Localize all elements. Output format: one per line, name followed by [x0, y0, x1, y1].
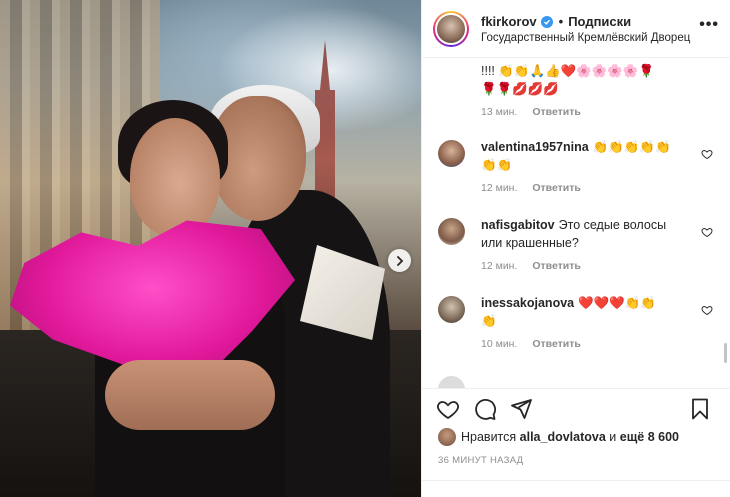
woman-face — [130, 118, 220, 236]
likes-conjunction: и — [609, 430, 617, 444]
author-avatar-image — [435, 13, 467, 45]
post-header: fkirkorov • Подписки Государственный Кре… — [422, 0, 730, 58]
reply-button[interactable]: Ответить — [532, 260, 581, 272]
likes-prefix: Нравится — [461, 430, 517, 444]
comment-time[interactable]: 13 мин. — [481, 106, 517, 118]
comment-text: !!!! 👏👏🙏👍❤️🌸🌸🌸🌸🌹 🌹🌹💋💋💋 — [481, 64, 655, 96]
comment-time[interactable]: 12 мин. — [481, 182, 517, 194]
comment-time[interactable]: 10 мин. — [481, 338, 517, 350]
commenter-username[interactable]: valentina1957nina — [481, 140, 589, 154]
commenter-avatar[interactable] — [438, 376, 465, 388]
author-avatar[interactable] — [433, 11, 469, 47]
comment-meta: 10 мин. Ответить — [481, 338, 681, 350]
comment-meta: 12 мин. Ответить — [481, 260, 681, 272]
bookmark-icon[interactable] — [688, 397, 712, 421]
comment-body: nafisgabitov Это седые волосы или крашенн… — [481, 216, 681, 272]
post-location[interactable]: Государственный Кремлёвский Дворец — [481, 32, 690, 44]
liker-avatar[interactable] — [438, 428, 456, 446]
comment-like-icon[interactable] — [701, 226, 713, 238]
reply-button[interactable]: Ответить — [532, 338, 581, 350]
verified-badge-icon — [540, 15, 553, 28]
scrollbar-thumb[interactable] — [724, 343, 727, 363]
post-actions-bar — [422, 388, 730, 428]
reply-button[interactable]: Ответить — [532, 182, 581, 194]
commenter-username[interactable]: inessakojanova — [481, 296, 574, 310]
comment-text: valentina1957nina 👏👏👏👏👏 👏👏 — [481, 138, 681, 174]
post-timestamp[interactable]: 36 МИНУТ НАЗАД — [438, 455, 523, 466]
chevron-right-icon — [396, 255, 403, 266]
following-button[interactable]: Подписки — [568, 14, 631, 29]
comment-text: inessakojanova ❤️❤️❤️👏👏 👏 — [481, 294, 681, 330]
reply-button[interactable]: Ответить — [532, 106, 581, 118]
commenter-username[interactable]: nafisgabitov — [481, 218, 555, 232]
comments-list: !!!! 👏👏🙏👍❤️🌸🌸🌸🌸🌹 🌹🌹💋💋💋 13 мин. Ответить … — [422, 58, 722, 388]
heart-icon[interactable] — [436, 397, 460, 421]
add-comment-area[interactable] — [422, 480, 730, 497]
comment-icon[interactable] — [473, 397, 497, 421]
author-line: fkirkorov • Подписки — [481, 14, 631, 29]
comment-time[interactable]: 12 мин. — [481, 260, 517, 272]
likes-summary: Нравится alla_dovlatova и ещё 8 600 — [438, 428, 679, 446]
post-side-panel: fkirkorov • Подписки Государственный Кре… — [421, 0, 730, 497]
comment-body: inessakojanova ❤️❤️❤️👏👏 👏 10 мин. Ответит… — [481, 294, 681, 350]
paper-plane-icon[interactable] — [509, 397, 533, 421]
liker-username[interactable]: alla_dovlatova — [520, 430, 606, 444]
commenter-avatar[interactable] — [438, 140, 465, 167]
comment-body: !!!! 👏👏🙏👍❤️🌸🌸🌸🌸🌹 🌹🌹💋💋💋 13 мин. Ответить — [481, 62, 681, 118]
embracing-arms — [105, 360, 275, 430]
comment-like-icon[interactable] — [701, 148, 713, 160]
next-photo-button[interactable] — [388, 249, 411, 272]
post-photo[interactable] — [0, 0, 421, 497]
comment-meta: 12 мин. Ответить — [481, 182, 681, 194]
author-username[interactable]: fkirkorov — [481, 14, 537, 29]
more-options-button[interactable]: ••• — [699, 16, 719, 34]
commenter-avatar[interactable] — [438, 218, 465, 245]
comments-scrollbar[interactable] — [722, 58, 730, 388]
comment-like-icon[interactable] — [701, 304, 713, 316]
comment-meta: 13 мин. Ответить — [481, 106, 681, 118]
commenter-avatar[interactable] — [438, 296, 465, 323]
likes-count-link[interactable]: ещё 8 600 — [620, 430, 679, 444]
comment-body: valentina1957nina 👏👏👏👏👏 👏👏 12 мин. Ответи… — [481, 138, 681, 194]
comment-text: nafisgabitov Это седые волосы или крашенн… — [481, 216, 681, 252]
separator-dot: • — [558, 14, 564, 29]
